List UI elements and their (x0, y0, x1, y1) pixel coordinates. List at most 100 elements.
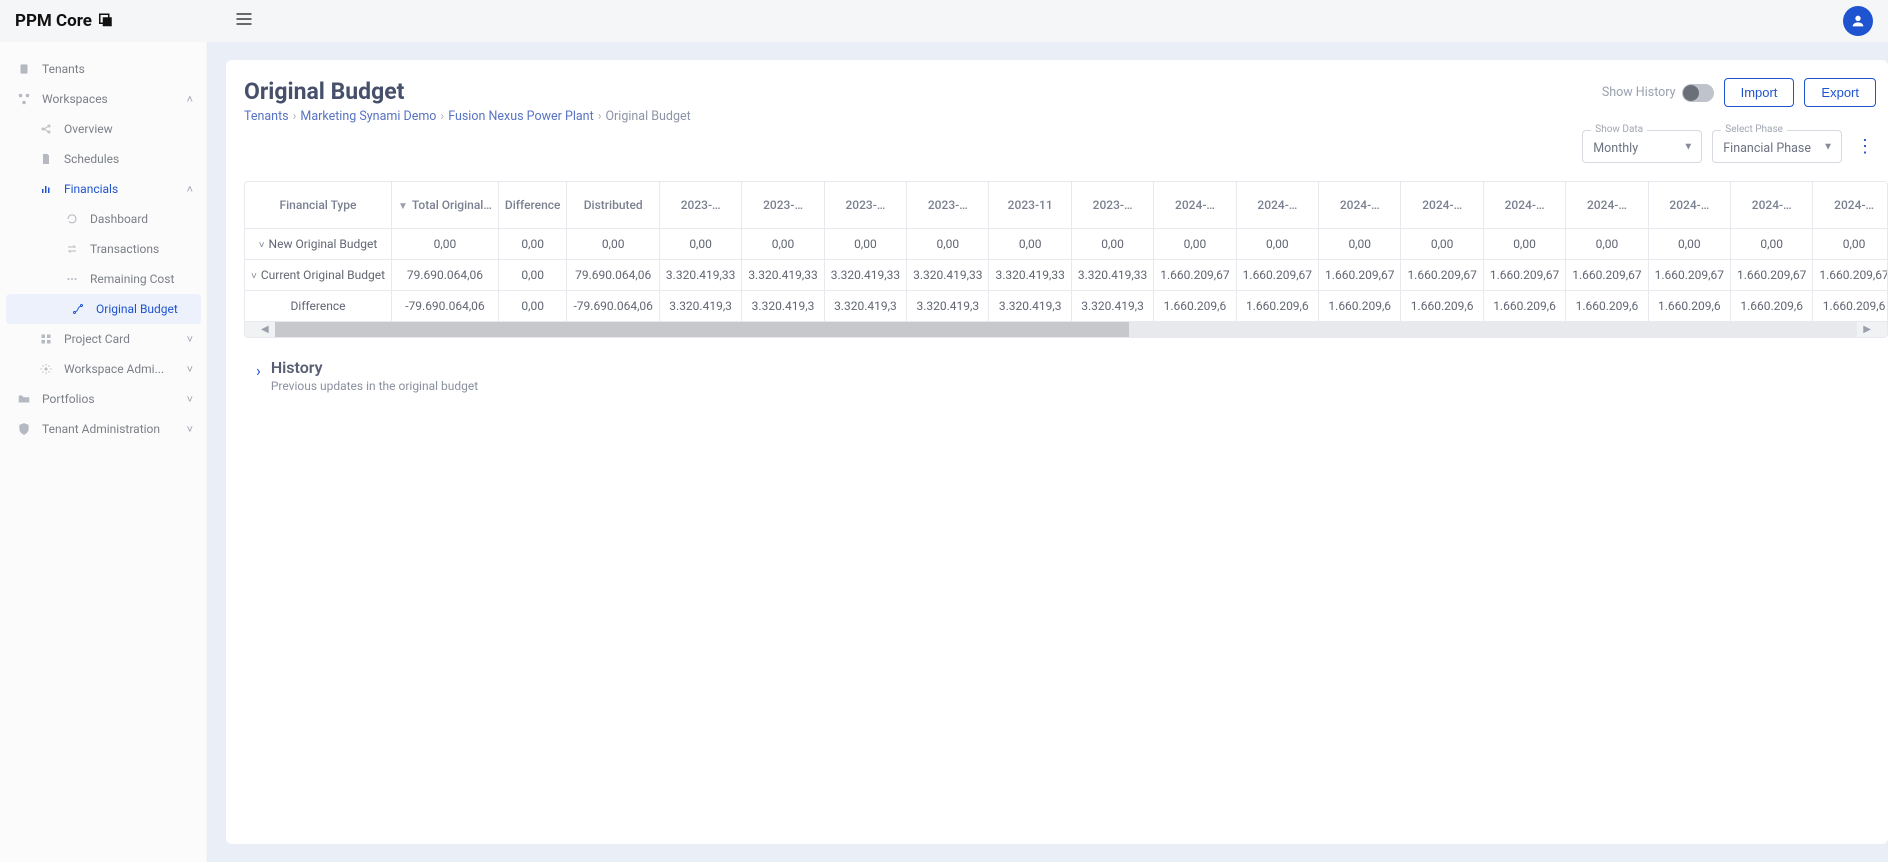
col-month[interactable]: 2023-… (659, 182, 741, 228)
chart-icon (36, 183, 56, 195)
app-name: PPM Core (15, 11, 92, 31)
sidebar-item-financials[interactable]: Financials ˄ (0, 174, 207, 204)
col-month[interactable]: 2024-… (1566, 182, 1648, 228)
sidebar-item-project-card[interactable]: Project Card ˅ (0, 324, 207, 354)
breadcrumb-tenants[interactable]: Tenants (244, 109, 289, 124)
cell: 1.660.209,6 (1731, 290, 1813, 321)
sidebar-label: Overview (64, 122, 113, 136)
sidebar-label: Workspaces (42, 92, 108, 106)
route-icon (68, 303, 88, 315)
show-data-select[interactable]: Show Data Monthly ▼ (1582, 130, 1702, 163)
logo-icon (96, 12, 114, 30)
col-month[interactable]: 2024-… (1154, 182, 1236, 228)
scroll-right-icon[interactable]: ▶ (1863, 324, 1871, 335)
show-history-toggle[interactable] (1682, 84, 1714, 102)
table-row: ˅New Original Budget0,000,000,000,000,00… (245, 228, 1887, 259)
col-month[interactable]: 2024-… (1236, 182, 1318, 228)
grid-icon (36, 333, 56, 345)
cell: 1.660.209,67 (1731, 259, 1813, 290)
user-avatar-icon[interactable] (1843, 6, 1873, 36)
cell: 3.320.419,33 (824, 259, 906, 290)
breadcrumb-workspace[interactable]: Marketing Synami Demo (300, 109, 436, 124)
clipboard-icon (14, 62, 34, 76)
main-header: Original Budget Tenants› Marketing Synam… (244, 78, 1888, 124)
caret-down-icon: ▼ (1683, 141, 1693, 152)
export-button[interactable]: Export (1804, 78, 1876, 107)
budget-grid: Financial Type ▼Total Original… Differen… (244, 181, 1888, 338)
cell: 0,00 (1154, 228, 1236, 259)
sidebar-item-tenants[interactable]: Tenants (0, 54, 207, 84)
chevron-down-icon: ˅ (187, 393, 193, 406)
sidebar-item-workspaces[interactable]: Workspaces ˄ (0, 84, 207, 114)
cell: 1.660.209,67 (1566, 259, 1648, 290)
cell: 1.660.209,67 (1236, 259, 1318, 290)
col-difference[interactable]: Difference (498, 182, 567, 228)
more-options-icon[interactable]: ⋮ (1852, 132, 1876, 161)
refresh-icon (62, 213, 82, 225)
chevron-down-icon: ˅ (187, 333, 193, 346)
sidebar-label: Dashboard (90, 212, 148, 226)
row-label[interactable]: ˅New Original Budget (245, 228, 392, 259)
import-button[interactable]: Import (1724, 78, 1795, 107)
page-title: Original Budget (244, 78, 691, 105)
dots-icon (62, 273, 82, 285)
col-month[interactable]: 2024-… (1401, 182, 1483, 228)
show-history-label: Show History (1602, 85, 1676, 100)
scroll-left-icon[interactable]: ◀ (261, 324, 269, 335)
col-month[interactable]: 2023-… (907, 182, 989, 228)
cell: 1.660.209,6 (1566, 290, 1648, 321)
breadcrumb-current: Original Budget (605, 109, 690, 124)
sidebar-item-transactions[interactable]: Transactions (0, 234, 207, 264)
col-month[interactable]: 2024-… (1319, 182, 1401, 228)
sidebar-item-workspace-admin[interactable]: Workspace Admi... ˅ (0, 354, 207, 384)
cell: 0,00 (498, 259, 567, 290)
history-expand-icon[interactable]: › (256, 361, 261, 380)
cell: 1.660.209,6 (1483, 290, 1565, 321)
swap-icon (62, 243, 82, 255)
breadcrumb-project[interactable]: Fusion Nexus Power Plant (448, 109, 594, 124)
row-label[interactable]: ˅Current Original Budget (245, 259, 392, 290)
sidebar-item-remaining-cost[interactable]: Remaining Cost (0, 264, 207, 294)
cell: 0,00 (659, 228, 741, 259)
select-phase-label: Select Phase (1721, 124, 1787, 135)
cell: 3.320.419,33 (742, 259, 824, 290)
cell: 3.320.419,33 (1071, 259, 1153, 290)
cell: 3.320.419,3 (1071, 290, 1153, 321)
sidebar-item-overview[interactable]: Overview (0, 114, 207, 144)
sidebar-item-original-budget[interactable]: Original Budget (6, 294, 201, 324)
table-row: ˅Current Original Budget79.690.064,060,0… (245, 259, 1887, 290)
main-area: Original Budget Tenants › Marketing Synam… (208, 42, 1888, 862)
sidebar-item-dashboard[interactable]: Dashboard (0, 204, 207, 234)
scroll-thumb[interactable] (275, 322, 1130, 337)
sidebar-label: Transactions (90, 242, 159, 256)
col-month[interactable]: 2023-… (1071, 182, 1153, 228)
cell: 1.660.209,67 (1401, 259, 1483, 290)
col-month[interactable]: 2024-… (1648, 182, 1730, 228)
cell: 0,00 (907, 228, 989, 259)
sidebar-item-portfolios[interactable]: Portfolios ˅ (0, 384, 207, 414)
menu-hamburger-icon[interactable] (234, 9, 254, 33)
cell: 0,00 (824, 228, 906, 259)
col-month[interactable]: 2024-… (1813, 182, 1887, 228)
sidebar-label: Original Budget (96, 302, 178, 316)
sidebar-label: Tenants (42, 62, 85, 76)
col-month[interactable]: 2024-… (1731, 182, 1813, 228)
cell: -79.690.064,06 (567, 290, 659, 321)
col-month[interactable]: 2024-… (1483, 182, 1565, 228)
col-month[interactable]: 2023-11 (989, 182, 1071, 228)
col-distributed[interactable]: Distributed (567, 182, 659, 228)
history-section: › History Previous updates in the origin… (244, 358, 1888, 393)
select-phase-select[interactable]: Select Phase Financial Phase ▼ (1712, 130, 1842, 163)
chevron-down-icon: ˅ (187, 423, 193, 436)
scroll-track[interactable] (275, 322, 1858, 337)
sidebar-item-tenant-admin[interactable]: Tenant Administration ˅ (0, 414, 207, 444)
horizontal-scrollbar[interactable]: ◀ ▶ (245, 322, 1887, 337)
col-month[interactable]: 2023-… (742, 182, 824, 228)
table-row: Difference-79.690.064,060,00-79.690.064,… (245, 290, 1887, 321)
sidebar-item-schedules[interactable]: Schedules (0, 144, 207, 174)
sidebar-label: Tenant Administration (42, 422, 160, 436)
cell: 1.660.209,6 (1236, 290, 1318, 321)
col-total[interactable]: ▼Total Original… (392, 182, 499, 228)
col-financial-type[interactable]: Financial Type (245, 182, 392, 228)
col-month[interactable]: 2023-… (824, 182, 906, 228)
